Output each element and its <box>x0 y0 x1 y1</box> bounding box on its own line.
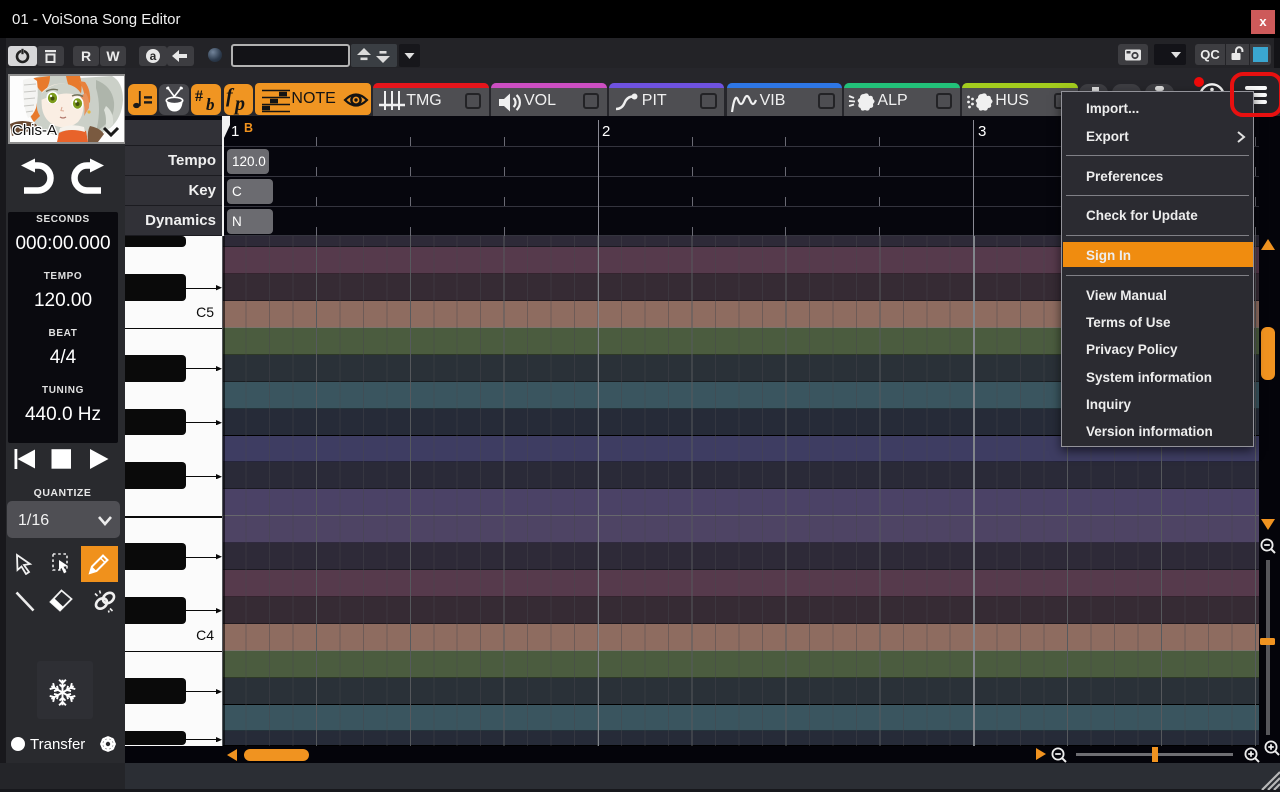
svg-text:#: # <box>195 88 203 105</box>
svg-text:b: b <box>206 95 215 114</box>
svg-text:p: p <box>233 93 245 115</box>
svg-text:f: f <box>226 85 235 107</box>
svg-text:a: a <box>150 49 157 63</box>
